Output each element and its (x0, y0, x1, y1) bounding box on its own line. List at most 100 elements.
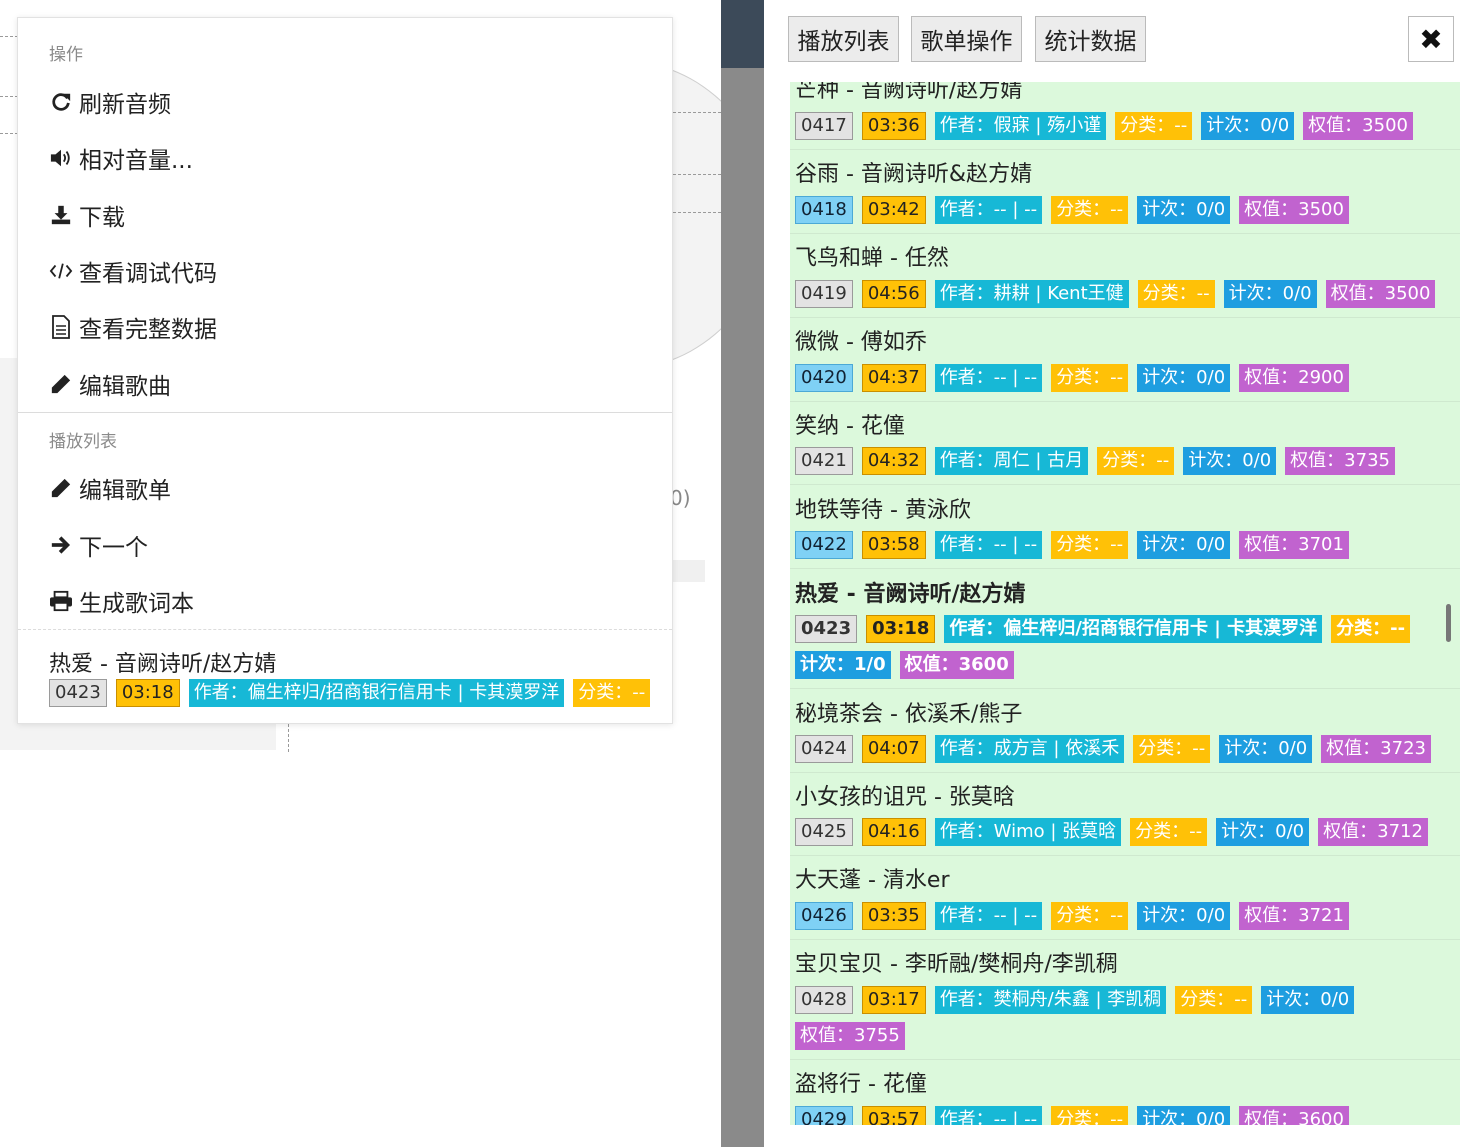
song-row[interactable]: 微微 - 傅如乔 0420 04:37 作者：-- | -- 分类：-- 计次：… (790, 318, 1460, 402)
song-category-tag: 分类：-- (1137, 280, 1215, 308)
download-icon (49, 203, 73, 227)
song-weight-tag: 权值：3500 (1303, 112, 1413, 140)
song-count-tag: 计次：0/0 (1137, 902, 1231, 930)
song-id-tag: 0425 (795, 818, 853, 846)
song-id-tag: 0419 (795, 280, 853, 308)
pencil-icon (49, 372, 73, 396)
song-duration-tag: 03:18 (115, 679, 180, 707)
song-author-tag: 作者：假寐 | 殇小谨 (934, 112, 1107, 140)
menu-item-refresh-audio[interactable]: 刷新音频 (18, 74, 672, 130)
playlist-panel: 播放列表 歌单操作 统计数据 ✖ 芒种 - 音阙诗听/赵方婧 0417 03:3… (764, 0, 1478, 1147)
menu-item-generate-lyrics-book[interactable]: 生成歌词本 (18, 573, 672, 629)
song-count-tag: 计次：0/0 (1137, 531, 1231, 559)
song-duration-tag: 04:07 (861, 735, 926, 763)
volume-icon (49, 146, 73, 170)
song-row[interactable]: 盗将行 - 花僮 0429 03:57 作者：-- | -- 分类：-- 计次：… (790, 1060, 1460, 1125)
song-tags: 0417 03:36 作者：假寐 | 殇小谨 分类：-- 计次：0/0 权值：3… (795, 112, 1422, 140)
song-tags: 0419 04:56 作者：耕耕 | Kent王健 分类：-- 计次：0/0 权… (795, 280, 1444, 308)
modal-overlay[interactable] (721, 0, 764, 1147)
song-duration-tag: 04:16 (861, 818, 926, 846)
arrow-right-icon (49, 533, 73, 557)
song-duration-tag: 04:56 (861, 280, 926, 308)
menu-item-edit-song[interactable]: 编辑歌曲 (18, 356, 672, 412)
song-title: 宝贝宝贝 - 李昕融/樊桐舟/李凯稠 (795, 952, 1118, 977)
song-count-tag: 计次：0/0 (1216, 818, 1310, 846)
context-menu: 操作 刷新音频 相对音量... 下载 查看调试代码 查看完整数据 编辑歌曲 播放… (17, 17, 673, 724)
background-guide (673, 212, 721, 213)
background-guide (673, 112, 721, 113)
song-row[interactable]: 谷雨 - 音阙诗听&赵方婧 0418 03:42 作者：-- | -- 分类：-… (790, 150, 1460, 234)
menu-item-relative-volume[interactable]: 相对音量... (18, 130, 672, 186)
menu-item-edit-playlist[interactable]: 编辑歌单 (18, 460, 672, 516)
tab-statistics[interactable]: 统计数据 (1035, 16, 1146, 62)
song-id-tag: 0426 (795, 902, 853, 930)
song-weight-tag: 权值：2900 (1239, 364, 1349, 392)
song-title: 谷雨 - 音阙诗听&赵方婧 (795, 162, 1033, 187)
song-author-tag: 作者：Wimo | 张莫晗 (934, 818, 1122, 846)
menu-item-view-debug-code[interactable]: 查看调试代码 (18, 243, 672, 299)
song-row[interactable]: 地铁等待 - 黄泳欣 0422 03:58 作者：-- | -- 分类：-- 计… (790, 485, 1460, 569)
song-id-tag: 0423 (49, 679, 107, 707)
tab-playlist[interactable]: 播放列表 (788, 16, 899, 62)
song-title: 微微 - 傅如乔 (795, 330, 927, 355)
song-row[interactable]: 小女孩的诅咒 - 张莫晗 0425 04:16 作者：Wimo | 张莫晗 分类… (790, 773, 1460, 856)
song-title: 芒种 - 音阙诗听/赵方婧 (795, 82, 1023, 103)
background-text-fragment: 0) (670, 486, 691, 510)
song-category-tag: 分类：-- (1097, 447, 1175, 475)
menu-item-label: 查看完整数据 (79, 317, 217, 343)
song-count-tag: 计次：0/0 (1261, 986, 1355, 1014)
song-title: 盗将行 - 花僮 (795, 1072, 927, 1097)
song-count-tag: 计次：0/0 (1219, 735, 1313, 763)
song-id-tag: 0423 (795, 615, 858, 643)
menu-item-label: 编辑歌曲 (79, 374, 171, 400)
song-tags-line-2: 权值：3755 (795, 1022, 914, 1050)
song-category-tag: 分类：-- (1175, 986, 1253, 1014)
song-row[interactable]: 大天蓬 - 清水er 0426 03:35 作者：-- | -- 分类：-- 计… (790, 856, 1460, 940)
menu-item-label: 查看调试代码 (79, 261, 217, 287)
song-row[interactable]: 秘境茶会 - 依溪禾/熊子 0424 04:07 作者：成方言 | 依溪禾 分类… (790, 689, 1460, 773)
song-category-tag: 分类：-- (1331, 615, 1411, 643)
song-row[interactable]: 笑纳 - 花僮 0421 04:32 作者：周仁 | 古月 分类：-- 计次：0… (790, 402, 1460, 485)
song-row-current[interactable]: 热爱 - 音阙诗听/赵方婧 0423 03:18 作者：偏生梓归/招商银行信用卡… (790, 569, 1460, 689)
menu-divider (18, 629, 672, 630)
tab-playlist-operations[interactable]: 歌单操作 (911, 16, 1022, 62)
song-author-tag: 作者：偏生梓归/招商银行信用卡 | 卡其漠罗洋 (944, 615, 1323, 643)
menu-item-next[interactable]: 下一个 (18, 517, 672, 573)
song-tags: 0418 03:42 作者：-- | -- 分类：-- 计次：0/0 权值：35… (795, 196, 1358, 224)
song-category-tag: 分类：-- (573, 679, 651, 707)
song-category-tag: 分类：-- (1051, 531, 1129, 559)
song-category-tag: 分类：-- (1130, 818, 1208, 846)
close-button[interactable]: ✖ (1408, 16, 1454, 62)
song-author-tag: 作者：-- | -- (934, 1106, 1043, 1125)
song-category-tag: 分类：-- (1133, 735, 1211, 763)
song-author-tag: 作者：-- | -- (934, 902, 1043, 930)
menu-item-download[interactable]: 下载 (18, 187, 672, 243)
song-category-tag: 分类：-- (1051, 902, 1129, 930)
song-id-tag: 0422 (795, 531, 853, 559)
song-tags: 0423 03:18 作者：偏生梓归/招商银行信用卡 | 卡其漠罗洋 分类：-- (795, 615, 1419, 643)
song-weight-tag: 权值：3701 (1239, 531, 1349, 559)
song-duration-tag: 04:32 (861, 447, 926, 475)
song-tags: 0424 04:07 作者：成方言 | 依溪禾 分类：-- 计次：0/0 权值：… (795, 735, 1440, 763)
song-tags: 0422 03:58 作者：-- | -- 分类：-- 计次：0/0 权值：37… (795, 531, 1358, 559)
song-tags: 0421 04:32 作者：周仁 | 古月 分类：-- 计次：0/0 权值：37… (795, 447, 1404, 475)
song-author-tag: 作者：偏生梓归/招商银行信用卡 | 卡其漠罗洋 (188, 679, 565, 707)
menu-current-song-tags: 0423 03:18 作者：偏生梓归/招商银行信用卡 | 卡其漠罗洋 分类：-- (49, 679, 659, 707)
song-duration-tag: 03:57 (861, 1106, 926, 1125)
background-guide (288, 724, 289, 752)
background-guide (0, 96, 18, 97)
song-author-tag: 作者：耕耕 | Kent王健 (934, 280, 1129, 308)
scrollbar-thumb[interactable] (1446, 604, 1451, 642)
song-row[interactable]: 芒种 - 音阙诗听/赵方婧 0417 03:36 作者：假寐 | 殇小谨 分类：… (790, 82, 1460, 150)
song-category-tag: 分类：-- (1051, 364, 1129, 392)
menu-item-view-full-data[interactable]: 查看完整数据 (18, 299, 672, 355)
song-weight-tag: 权值：3721 (1239, 902, 1349, 930)
song-weight-tag: 权值：3500 (1325, 280, 1436, 308)
song-row[interactable]: 飞鸟和蝉 - 任然 0419 04:56 作者：耕耕 | Kent王健 分类：-… (790, 234, 1460, 318)
song-list[interactable]: 芒种 - 音阙诗听/赵方婧 0417 03:36 作者：假寐 | 殇小谨 分类：… (790, 82, 1460, 1125)
background-strip (672, 560, 705, 582)
song-row[interactable]: 宝贝宝贝 - 李昕融/樊桐舟/李凯稠 0428 03:17 作者：樊桐舟/朱鑫 … (790, 940, 1460, 1060)
song-id-tag: 0417 (795, 112, 853, 140)
song-id-tag: 0424 (795, 735, 853, 763)
background-guide (0, 133, 18, 134)
